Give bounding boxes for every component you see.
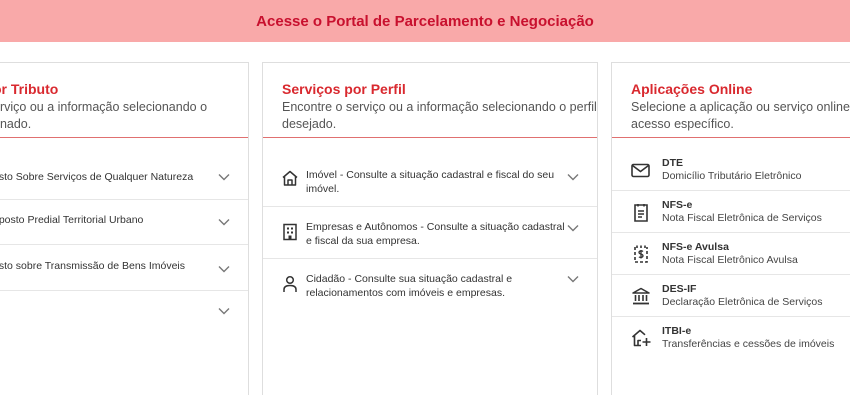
invoice-icon <box>630 202 652 224</box>
card-description: erviço ou a informação selecionando o on… <box>0 100 208 131</box>
banner-text[interactable]: Acesse o Portal de Parcelamento e Negoci… <box>256 13 594 30</box>
house-icon <box>281 169 299 187</box>
card-description: Selecione a aplicação ou serviço online … <box>631 100 850 131</box>
accordion-item-cidadao[interactable]: Cidadão - Consulte sua situação cadastra… <box>263 259 597 311</box>
accordion-label: Empresas e Autônomos - Consulte a situaç… <box>306 221 565 247</box>
invoice-dollar-icon <box>630 243 652 265</box>
person-icon <box>282 275 298 293</box>
app-subtitle: Declaração Eletrônica de Serviços <box>662 296 823 308</box>
app-item-itbi-e[interactable]: ITBI-e Transferências e cessões de imóve… <box>612 317 850 359</box>
card-title: Aplicações Online <box>631 81 753 97</box>
building-icon <box>282 223 298 241</box>
accordion-label: oposto Predial Territorial Urbano <box>0 214 144 226</box>
chevron-down-icon[interactable] <box>218 307 230 315</box>
chevron-down-icon[interactable] <box>218 265 230 273</box>
mail-icon <box>630 160 652 182</box>
accordion-item-itbi[interactable]: osto sobre Transmissão de Bens Imóveis <box>0 245 248 291</box>
accordion-label: Imóvel - Consulte a situação cadastral e… <box>306 169 555 195</box>
app-item-nfse-avulsa[interactable]: NFS-e Avulsa Nota Fiscal Eletrônico Avul… <box>612 233 850 275</box>
chevron-down-icon[interactable] <box>567 173 579 181</box>
accordion-item-other[interactable] <box>0 291 248 333</box>
accordion-label: osto sobre Transmissão de Bens Imóveis <box>0 260 186 272</box>
chevron-down-icon[interactable] <box>218 173 230 181</box>
accordion-label: Cidadão - Consulte sua situação cadastra… <box>306 273 513 299</box>
app-title: NFS-e Avulsa <box>662 241 729 253</box>
app-title: DES-IF <box>662 283 697 295</box>
app-item-nfse[interactable]: NFS-e Nota Fiscal Eletrônica de Serviços <box>612 191 850 233</box>
card-por-tributo: or Tributo erviço ou a informação seleci… <box>0 62 249 395</box>
app-title: NFS-e <box>662 199 693 211</box>
card-title: or Tributo <box>0 81 59 97</box>
accordion-label: osto Sobre Serviços de Qualquer Natureza <box>0 171 194 183</box>
card-header: Aplicações Online Selecione a aplicação … <box>612 63 850 138</box>
app-subtitle: Domicílio Tributário Eletrônico <box>662 170 802 182</box>
card-header: Serviços por Perfil Encontre o serviço o… <box>263 63 597 138</box>
app-title: ITBI-e <box>662 325 692 337</box>
app-title: DTE <box>662 157 683 169</box>
accordion-item-issqn[interactable]: osto Sobre Serviços de Qualquer Natureza <box>0 153 248 200</box>
app-subtitle: Nota Fiscal Eletrônico Avulsa <box>662 254 798 266</box>
house-plus-icon <box>630 327 652 349</box>
portal-banner[interactable]: Acesse o Portal de Parcelamento e Negoci… <box>0 0 850 42</box>
app-subtitle: Transferências e cessões de imóveis <box>662 338 835 350</box>
card-description: Encontre o serviço ou a informação selec… <box>282 100 597 131</box>
card-header: or Tributo erviço ou a informação seleci… <box>0 63 248 138</box>
accordion-item-imovel[interactable]: Imóvel - Consulte a situação cadastral e… <box>263 153 597 207</box>
chevron-down-icon[interactable] <box>567 275 579 283</box>
app-item-dte[interactable]: DTE Domicílio Tributário Eletrônico <box>612 149 850 191</box>
chevron-down-icon[interactable] <box>567 224 579 232</box>
card-aplicacoes-online: Aplicações Online Selecione a aplicação … <box>611 62 850 395</box>
accordion-item-empresas[interactable]: Empresas e Autônomos - Consulte a situaç… <box>263 207 597 259</box>
card-servicos-por-perfil: Serviços por Perfil Encontre o serviço o… <box>262 62 598 395</box>
bank-icon <box>630 285 652 307</box>
app-item-des-if[interactable]: DES-IF Declaração Eletrônica de Serviços <box>612 275 850 317</box>
accordion-item-iptu[interactable]: oposto Predial Territorial Urbano <box>0 200 248 245</box>
card-title: Serviços por Perfil <box>282 81 406 97</box>
chevron-down-icon[interactable] <box>218 218 230 226</box>
app-subtitle: Nota Fiscal Eletrônica de Serviços <box>662 212 822 224</box>
